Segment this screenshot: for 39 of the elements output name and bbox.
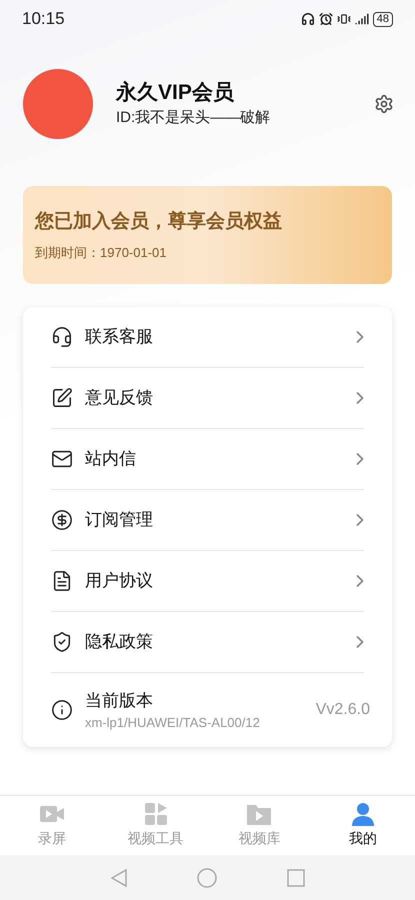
version-number: Vv2.6.0	[316, 700, 370, 720]
menu-item[interactable]: 联系客服	[51, 307, 364, 368]
membership-title: 您已加入会员，尊享会员权益	[35, 210, 283, 234]
user-id: ID:我不是呆头——破解	[116, 108, 272, 128]
expiry-date: 到期时间：1970-01-01	[35, 244, 168, 262]
recents-icon[interactable]	[286, 868, 304, 886]
menu-label: 用户协议	[85, 570, 154, 592]
grid-icon	[142, 802, 169, 826]
menu-label: 隐私政策	[85, 631, 154, 654]
device-info: xm-lp1/HUAWEI/TAS-AL00/12	[85, 714, 261, 732]
document-icon	[51, 570, 73, 592]
menu-item[interactable]: 用户协议	[51, 551, 364, 612]
menu-label: 订阅管理	[85, 509, 154, 532]
menu-label: 当前版本	[85, 690, 154, 712]
person-icon	[350, 802, 376, 826]
menu-item[interactable]: 站内信	[51, 429, 364, 490]
headset-icon	[51, 326, 73, 348]
settings-icon[interactable]	[374, 94, 394, 114]
battery-icon: 48	[372, 12, 393, 26]
menu-item[interactable]: 意见反馈	[51, 368, 364, 429]
member-name: 永久VIP会员	[116, 80, 235, 106]
vibrate-icon	[336, 12, 351, 26]
menu-label: 联系客服	[85, 326, 154, 348]
status-time: 10:15	[22, 8, 65, 30]
menu-item[interactable]: 订阅管理	[51, 490, 364, 551]
back-icon[interactable]	[110, 868, 126, 886]
menu-label: 意见反馈	[85, 387, 154, 410]
tab[interactable]: 我的	[311, 796, 415, 855]
shield-check-icon	[51, 631, 73, 653]
home-icon[interactable]	[196, 868, 216, 888]
envelope-icon	[51, 448, 73, 470]
signal-icon	[354, 12, 369, 26]
menu-item[interactable]: 隐私政策	[51, 612, 364, 673]
headphones-icon	[300, 12, 315, 26]
pen-square-icon	[51, 387, 73, 409]
info-icon	[51, 699, 73, 721]
menu-label: 站内信	[85, 448, 137, 470]
alarm-icon	[318, 12, 333, 26]
folder-play-icon	[246, 802, 272, 826]
